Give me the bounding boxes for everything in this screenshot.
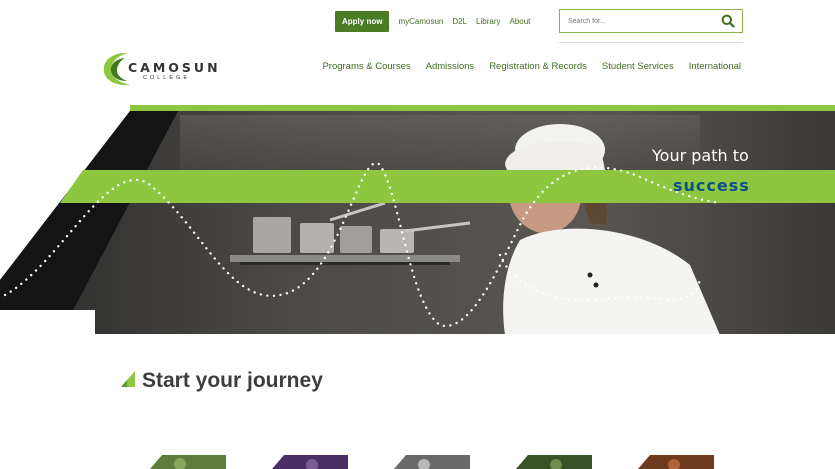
util-link-d2l[interactable]: D2L — [452, 17, 467, 26]
utility-bar: Apply now myCamosun D2L Library About — [335, 10, 530, 32]
main-navigation: Programs & Courses Admissions Registrati… — [322, 61, 741, 72]
apply-now-button[interactable]: Apply now — [335, 10, 390, 32]
nav-item-admissions[interactable]: Admissions — [426, 61, 475, 72]
hero-tagline-line1: Your path to — [652, 146, 749, 165]
section-title: Start your journey — [142, 369, 323, 392]
hero-tagline-line2: success — [673, 176, 750, 195]
thumbnail-2[interactable] — [272, 455, 348, 469]
thumbnail-5[interactable] — [638, 455, 714, 469]
nav-item-registration[interactable]: Registration & Records — [489, 61, 587, 72]
hero-banner — [0, 105, 835, 335]
logo-subtitle: COLLEGE — [143, 75, 190, 81]
search-icon[interactable] — [721, 14, 735, 28]
nav-item-student-services[interactable]: Student Services — [602, 61, 674, 72]
nav-item-international[interactable]: International — [689, 61, 741, 72]
util-link-library[interactable]: Library — [476, 17, 500, 26]
green-marker-icon — [121, 371, 135, 387]
thumbnail-strip — [0, 455, 835, 469]
thumbnail-4[interactable] — [516, 455, 592, 469]
nav-item-programs[interactable]: Programs & Courses — [322, 61, 410, 72]
util-link-about[interactable]: About — [510, 17, 531, 26]
thumbnail-1[interactable] — [150, 455, 226, 469]
search-box — [559, 9, 743, 33]
hero-image — [0, 105, 835, 335]
camosun-logo[interactable]: CAMOSUN COLLEGE — [100, 50, 220, 88]
thumbnail-3[interactable] — [394, 455, 470, 469]
header-divider — [559, 42, 743, 43]
search-input[interactable] — [568, 17, 718, 25]
util-link-mycamosun[interactable]: myCamosun — [398, 17, 443, 26]
logo-wordmark: CAMOSUN — [128, 60, 221, 75]
